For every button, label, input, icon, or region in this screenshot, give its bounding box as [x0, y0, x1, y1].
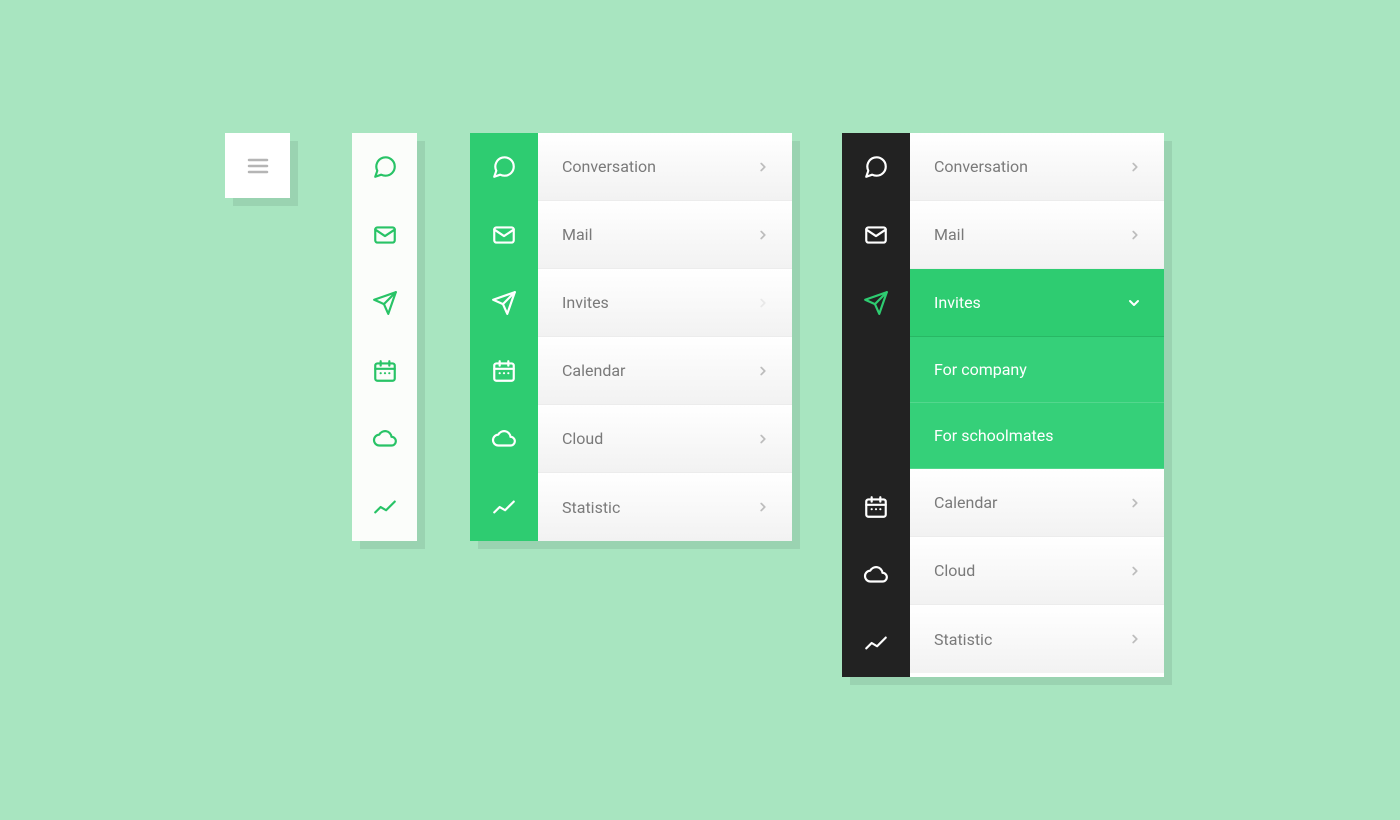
sidebar-collapsed-light	[352, 133, 417, 541]
chart-line-icon	[372, 494, 398, 520]
cloud-icon	[863, 562, 889, 588]
nav-subrow-schoolmates[interactable]: For schoolmates	[910, 403, 1164, 469]
nav-label: Conversation	[562, 157, 656, 176]
icon-cell-spacer	[842, 405, 910, 473]
nav-label: Cloud	[562, 429, 603, 448]
cloud-icon	[372, 426, 398, 452]
speech-bubble-icon	[491, 154, 517, 180]
nav-label: Calendar	[562, 361, 625, 380]
nav-label: Statistic	[934, 630, 992, 649]
icon-cell-mail[interactable]	[470, 201, 538, 269]
chevron-right-icon	[1128, 160, 1142, 174]
sidebar-expanded-dark: Conversation Mail Invites For company Fo…	[842, 133, 1164, 677]
paper-plane-icon	[372, 290, 398, 316]
chevron-right-icon	[756, 500, 770, 514]
nav-row-invites[interactable]: Invites	[538, 269, 792, 337]
icon-cell-calendar[interactable]	[842, 473, 910, 541]
chevron-right-icon	[756, 160, 770, 174]
chevron-right-icon	[756, 364, 770, 378]
nav-sublabel: For company	[934, 360, 1027, 379]
icon-cell-invites-active[interactable]	[842, 269, 910, 337]
nav-sublabel: For schoolmates	[934, 426, 1054, 445]
envelope-icon	[372, 222, 398, 248]
nav-row-conversation[interactable]: Conversation	[910, 133, 1164, 201]
icon-cell-calendar[interactable]	[470, 337, 538, 405]
cloud-icon	[491, 426, 517, 452]
chevron-right-icon	[1128, 632, 1142, 646]
nav-row-conversation[interactable]: Conversation	[538, 133, 792, 201]
sidebar-expanded-green: Conversation Mail Invites Calendar Cloud…	[470, 133, 792, 541]
icon-cell-invites[interactable]	[470, 269, 538, 337]
icon-cell-conversation[interactable]	[470, 133, 538, 201]
nav-label: Mail	[934, 225, 964, 244]
nav-label: Calendar	[934, 493, 997, 512]
sidebar-item-conversation[interactable]	[352, 133, 417, 201]
chart-line-icon	[491, 494, 517, 520]
chevron-right-icon	[756, 432, 770, 446]
nav-label: Invites	[562, 293, 609, 312]
menu-toggle-button[interactable]	[225, 133, 290, 198]
calendar-icon	[863, 494, 889, 520]
nav-label: Statistic	[562, 498, 620, 517]
nav-label: Cloud	[934, 561, 975, 580]
sidebar-icon-column-dark	[842, 133, 910, 677]
sidebar-icon-column	[470, 133, 538, 541]
hamburger-icon	[246, 154, 270, 178]
icon-cell-statistic[interactable]	[470, 473, 538, 541]
chevron-right-icon	[1128, 228, 1142, 242]
envelope-icon	[863, 222, 889, 248]
chevron-right-icon	[756, 228, 770, 242]
sidebar-item-cloud[interactable]	[352, 405, 417, 473]
icon-cell-conversation[interactable]	[842, 133, 910, 201]
nav-row-calendar[interactable]: Calendar	[538, 337, 792, 405]
sidebar-item-calendar[interactable]	[352, 337, 417, 405]
nav-row-cloud[interactable]: Cloud	[538, 405, 792, 473]
icon-cell-statistic[interactable]	[842, 609, 910, 677]
chevron-right-icon	[756, 296, 770, 310]
envelope-icon	[491, 222, 517, 248]
nav-row-statistic[interactable]: Statistic	[538, 473, 792, 541]
nav-row-mail[interactable]: Mail	[538, 201, 792, 269]
speech-bubble-icon	[863, 154, 889, 180]
nav-label: Conversation	[934, 157, 1028, 176]
nav-row-mail[interactable]: Mail	[910, 201, 1164, 269]
sidebar-item-invites[interactable]	[352, 269, 417, 337]
speech-bubble-icon	[372, 154, 398, 180]
icon-cell-mail[interactable]	[842, 201, 910, 269]
icon-cell-spacer	[842, 337, 910, 405]
chevron-right-icon	[1128, 496, 1142, 510]
paper-plane-icon	[863, 290, 889, 316]
nav-row-calendar[interactable]: Calendar	[910, 469, 1164, 537]
nav-row-statistic[interactable]: Statistic	[910, 605, 1164, 673]
calendar-icon	[372, 358, 398, 384]
sidebar-list-column: Conversation Mail Invites Calendar Cloud…	[538, 133, 792, 541]
nav-label: Mail	[562, 225, 592, 244]
nav-row-cloud[interactable]: Cloud	[910, 537, 1164, 605]
nav-subrow-company[interactable]: For company	[910, 337, 1164, 403]
nav-label: Invites	[934, 293, 981, 312]
chart-line-icon	[863, 630, 889, 656]
chevron-right-icon	[1128, 564, 1142, 578]
icon-cell-cloud[interactable]	[470, 405, 538, 473]
calendar-icon	[491, 358, 517, 384]
sidebar-item-mail[interactable]	[352, 201, 417, 269]
paper-plane-icon	[491, 290, 517, 316]
sidebar-item-statistic[interactable]	[352, 473, 417, 541]
chevron-down-icon	[1126, 295, 1142, 311]
nav-row-invites-expanded[interactable]: Invites	[910, 269, 1164, 337]
sidebar-list-column-dark: Conversation Mail Invites For company Fo…	[910, 133, 1164, 677]
icon-cell-cloud[interactable]	[842, 541, 910, 609]
